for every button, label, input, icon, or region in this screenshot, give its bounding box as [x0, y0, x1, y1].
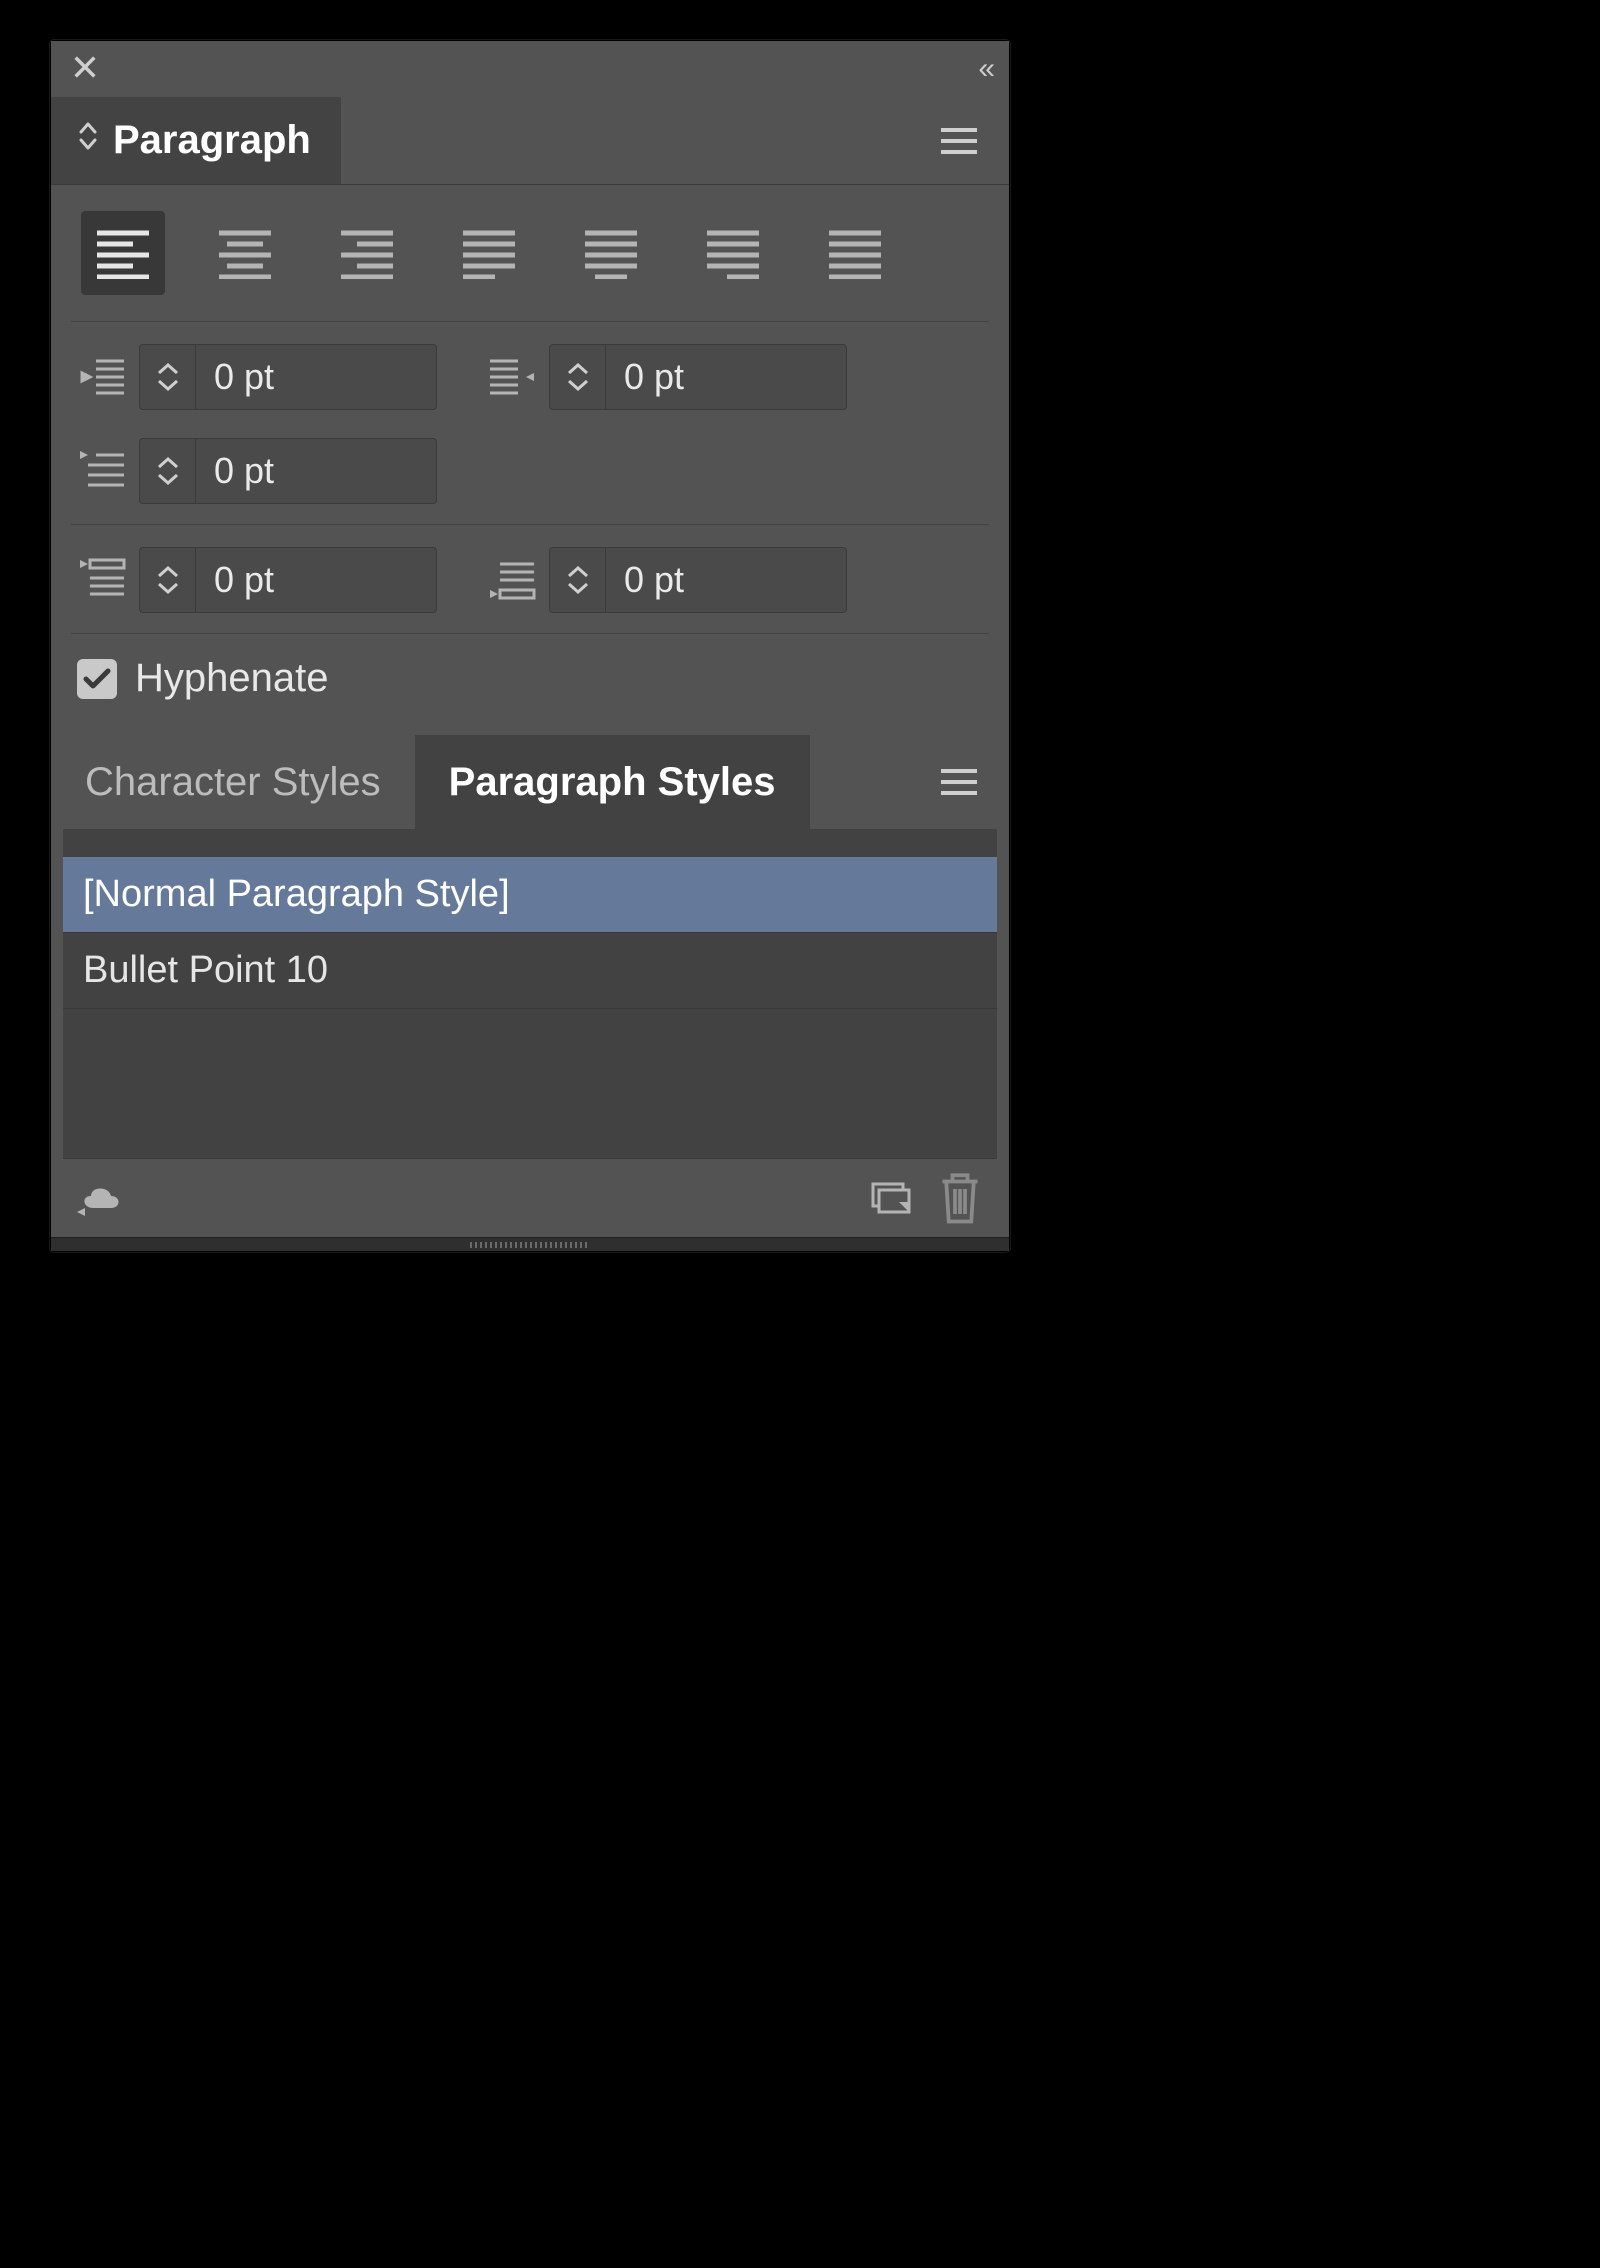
paragraph-panel: « Paragraph [50, 40, 1010, 1252]
new-style-icon[interactable] [865, 1173, 915, 1223]
resize-grip[interactable] [51, 1237, 1009, 1251]
justify-left-button[interactable] [447, 211, 531, 295]
hyphenate-row: Hyphenate [71, 634, 989, 725]
space-before-field [77, 547, 437, 613]
align-center-button[interactable] [203, 211, 287, 295]
tab-label: Paragraph [113, 118, 311, 163]
right-indent-field [487, 344, 847, 410]
align-right-button[interactable] [325, 211, 409, 295]
collapse-icon[interactable]: « [978, 52, 989, 86]
first-line-indent-field [77, 438, 437, 504]
space-before-stepper[interactable] [139, 547, 437, 613]
space-after-stepper[interactable] [549, 547, 847, 613]
left-indent-input[interactable] [196, 345, 436, 409]
styles-tab-row: Character Styles Paragraph Styles [51, 735, 1009, 829]
left-indent-icon [77, 352, 127, 402]
styles-panel: Character Styles Paragraph Styles [Norma… [51, 735, 1009, 1237]
cloud-libraries-icon[interactable] [75, 1173, 125, 1223]
align-left-button[interactable] [81, 211, 165, 295]
hyphenate-label: Hyphenate [135, 656, 328, 701]
tab-paragraph[interactable]: Paragraph [51, 97, 341, 184]
style-item[interactable]: [Normal Paragraph Style] [63, 857, 997, 933]
space-after-field [487, 547, 847, 613]
stepper-arrows-icon[interactable] [140, 439, 196, 503]
right-indent-stepper[interactable] [549, 344, 847, 410]
right-indent-input[interactable] [606, 345, 846, 409]
spacing-section [71, 525, 989, 634]
chevron-updown-icon [77, 120, 99, 161]
panel-menu-icon[interactable] [929, 126, 989, 156]
styles-menu-icon[interactable] [929, 767, 989, 797]
stepper-arrows-icon[interactable] [550, 345, 606, 409]
first-line-indent-input[interactable] [196, 439, 436, 503]
alignment-row [71, 211, 989, 322]
space-after-icon [487, 555, 537, 605]
hyphenate-checkbox[interactable] [77, 659, 117, 699]
panel-titlebar: « [51, 41, 1009, 97]
styles-footer [51, 1159, 1009, 1237]
styles-empty-area [63, 1009, 997, 1159]
panel-body: Hyphenate [51, 185, 1009, 735]
left-indent-field [77, 344, 437, 410]
close-icon[interactable] [71, 53, 99, 86]
first-line-indent-icon [77, 446, 127, 496]
justify-center-button[interactable] [569, 211, 653, 295]
first-line-indent-stepper[interactable] [139, 438, 437, 504]
space-before-icon [77, 555, 127, 605]
panel-tab-row: Paragraph [51, 97, 1009, 185]
justify-all-button[interactable] [813, 211, 897, 295]
style-item[interactable]: Bullet Point 10 [63, 933, 997, 1009]
left-indent-stepper[interactable] [139, 344, 437, 410]
justify-right-button[interactable] [691, 211, 775, 295]
tab-character-styles[interactable]: Character Styles [51, 735, 415, 829]
stepper-arrows-icon[interactable] [140, 345, 196, 409]
styles-list: [Normal Paragraph Style] Bullet Point 10 [63, 857, 997, 1009]
space-after-input[interactable] [606, 548, 846, 612]
stepper-arrows-icon[interactable] [550, 548, 606, 612]
stepper-arrows-icon[interactable] [140, 548, 196, 612]
trash-icon[interactable] [935, 1173, 985, 1223]
space-before-input[interactable] [196, 548, 436, 612]
indent-section [71, 322, 989, 525]
tab-paragraph-styles[interactable]: Paragraph Styles [415, 735, 810, 829]
right-indent-icon [487, 352, 537, 402]
